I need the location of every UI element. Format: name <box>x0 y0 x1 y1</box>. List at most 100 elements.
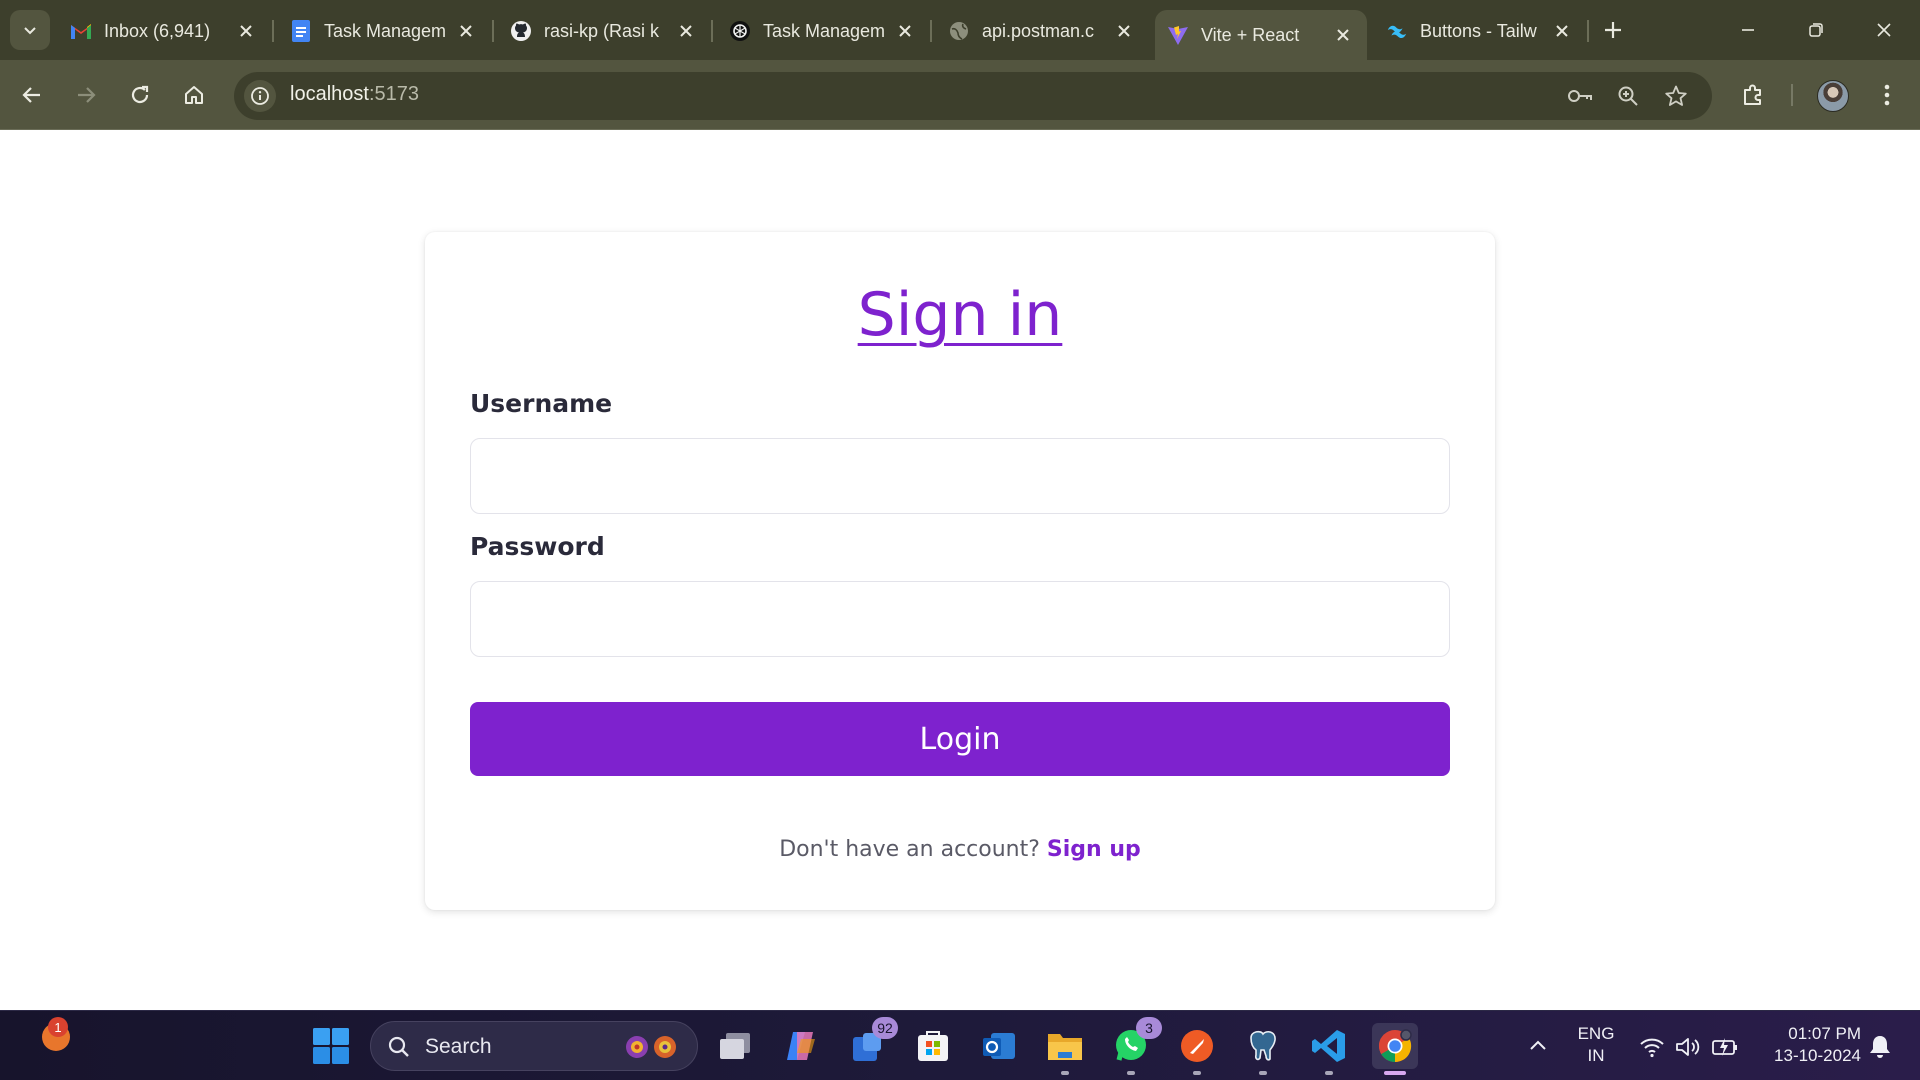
close-icon[interactable] <box>234 19 258 43</box>
globe-icon <box>948 20 970 42</box>
profile-avatar[interactable] <box>1817 80 1849 112</box>
toolbar-divider <box>1791 84 1793 106</box>
arrow-left-icon <box>22 87 40 103</box>
clock-time: 01:07 PM <box>1788 1024 1861 1043</box>
github-icon <box>510 20 532 42</box>
running-indicator <box>1259 1071 1267 1075</box>
tab-title: Vite + React <box>1201 24 1300 45</box>
address-bar[interactable]: localhost:5173 <box>234 72 1712 120</box>
chrome-icon <box>1378 1029 1412 1063</box>
tab-separator <box>492 20 494 42</box>
tab-docs[interactable]: Task Managem <box>278 10 490 52</box>
tab-title: api.postman.c <box>982 20 1095 41</box>
running-indicator <box>1325 1071 1333 1075</box>
input-language-indicator[interactable]: ENG IN <box>1574 1023 1618 1067</box>
login-button[interactable]: Login <box>470 702 1450 776</box>
forward-button[interactable] <box>66 75 106 115</box>
plus-icon <box>1605 22 1621 38</box>
tab-title: Task Managem <box>763 20 885 41</box>
wifi-status[interactable] <box>1638 1033 1666 1061</box>
tab-gmail[interactable]: Inbox (6,941) <box>58 10 270 52</box>
battery-charging-icon <box>1712 1038 1737 1056</box>
tab-github[interactable]: rasi-kp (Rasi k <box>498 10 710 52</box>
chevron-up-icon[interactable] <box>1526 1034 1550 1058</box>
tab-search-button[interactable] <box>10 10 50 50</box>
taskbar-postman[interactable] <box>1174 1023 1220 1075</box>
windows-start-icon[interactable] <box>312 1027 350 1065</box>
battery-status[interactable] <box>1711 1033 1739 1061</box>
back-button[interactable] <box>12 75 52 115</box>
taskbar-whatsapp[interactable]: 3 <box>1108 1017 1162 1075</box>
bookmark-button[interactable] <box>1660 80 1692 112</box>
signup-link[interactable]: Sign up <box>1047 837 1141 862</box>
taskbar-search-box[interactable]: Search <box>370 1021 698 1071</box>
username-label: Username <box>470 389 613 418</box>
tab-title: Inbox (6,941) <box>104 20 211 41</box>
whatsapp-badge: 3 <box>1136 1017 1162 1039</box>
volume-icon <box>1676 1038 1700 1056</box>
zoom-button[interactable] <box>1612 80 1644 112</box>
url-port: :5173 <box>368 83 419 105</box>
taskbar-teams[interactable]: 92 <box>844 1017 898 1069</box>
page-title[interactable]: Sign in <box>425 280 1495 350</box>
signup-prompt: Don't have an account? <box>779 837 1040 862</box>
tab-vite-react[interactable]: Vite + React <box>1155 10 1367 60</box>
home-button[interactable] <box>174 75 214 115</box>
close-icon[interactable] <box>1331 23 1355 47</box>
minimize-button[interactable] <box>1730 12 1766 48</box>
tab-postman-api[interactable]: api.postman.c <box>936 10 1148 52</box>
tab-chatgpt[interactable]: Task Managem <box>717 10 929 52</box>
system-clock[interactable]: 01:07 PM 13-10-2024 <box>1755 1023 1861 1067</box>
taskbar-file-explorer[interactable] <box>1042 1023 1088 1075</box>
copilot-icon <box>787 1032 815 1060</box>
more-vertical-icon <box>1884 84 1890 106</box>
reload-button[interactable] <box>120 75 160 115</box>
restore-icon <box>1809 23 1823 37</box>
windows-taskbar: 1 Search 92 3 ENG IN 01:07 PM 13-10-2024 <box>0 1010 1920 1080</box>
taskbar-chrome[interactable] <box>1372 1023 1418 1075</box>
site-info-button[interactable] <box>244 80 276 112</box>
restore-button[interactable] <box>1798 12 1834 48</box>
vscode-icon <box>1312 1030 1345 1062</box>
reload-icon <box>131 85 149 104</box>
active-indicator <box>1384 1071 1406 1075</box>
chatgpt-icon <box>729 20 751 42</box>
postgres-elephant-icon <box>1250 1030 1276 1061</box>
volume-status[interactable] <box>1674 1033 1702 1061</box>
running-indicator <box>1061 1071 1069 1075</box>
outlook-icon <box>983 1033 1015 1059</box>
minimize-icon <box>1742 29 1754 31</box>
tab-title: Task Managem <box>324 20 446 41</box>
search-highlight-decoration-icon <box>626 1036 676 1058</box>
close-icon[interactable] <box>454 19 478 43</box>
close-icon[interactable] <box>674 19 698 43</box>
taskbar-pgadmin[interactable] <box>1240 1023 1286 1075</box>
tab-title: Buttons - Tailw <box>1420 20 1537 41</box>
store-icon <box>918 1031 948 1061</box>
search-placeholder: Search <box>425 1035 492 1058</box>
gmail-icon <box>70 20 92 42</box>
tab-tailwind[interactable]: Buttons - Tailw <box>1374 10 1586 52</box>
notification-bell-icon[interactable] <box>1866 1033 1894 1061</box>
info-icon <box>251 87 269 105</box>
close-icon[interactable] <box>893 19 917 43</box>
close-window-button[interactable] <box>1866 12 1902 48</box>
taskbar-task-view[interactable] <box>712 1023 758 1069</box>
taskbar-copilot[interactable] <box>778 1023 824 1069</box>
taskbar-outlook[interactable] <box>976 1023 1022 1069</box>
running-indicator <box>1127 1071 1135 1075</box>
puzzle-icon <box>1744 84 1761 105</box>
close-icon[interactable] <box>1112 19 1136 43</box>
arrow-right-icon <box>78 87 96 103</box>
menu-button[interactable] <box>1867 75 1907 115</box>
username-input[interactable] <box>470 438 1450 514</box>
postman-icon <box>1181 1030 1213 1062</box>
taskbar-vscode[interactable] <box>1306 1023 1352 1075</box>
wifi-icon <box>1640 1038 1664 1058</box>
password-input[interactable] <box>470 581 1450 657</box>
close-icon[interactable] <box>1550 19 1574 43</box>
taskbar-microsoft-store[interactable] <box>910 1023 956 1069</box>
password-key-button[interactable] <box>1564 80 1596 112</box>
new-tab-button[interactable] <box>1597 14 1629 46</box>
extensions-button[interactable] <box>1733 75 1773 115</box>
